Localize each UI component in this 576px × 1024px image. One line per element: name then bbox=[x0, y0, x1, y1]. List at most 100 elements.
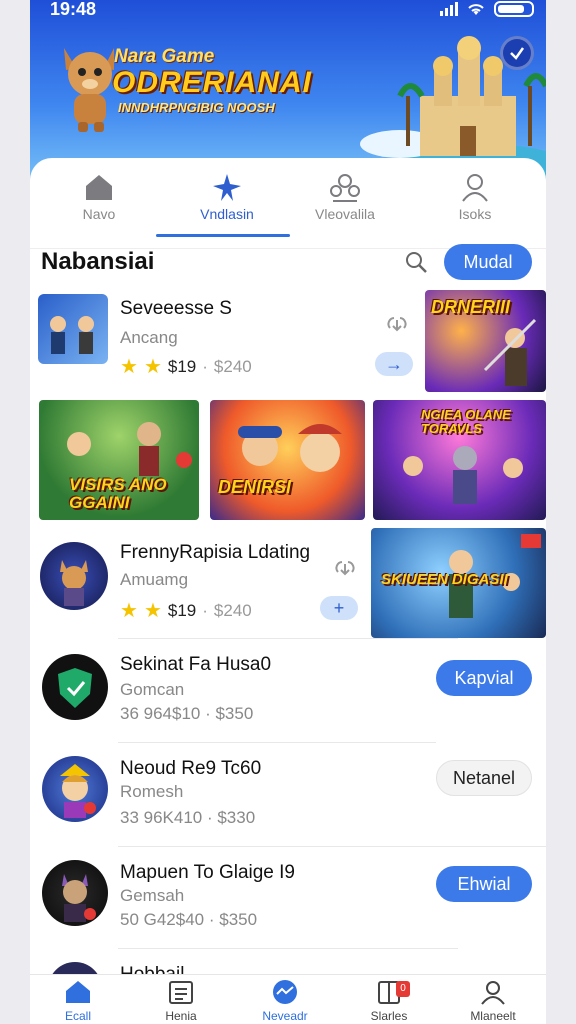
nav-label: Ecall bbox=[64, 1009, 91, 1023]
item-price-line: 33 96K410 · $330 bbox=[120, 808, 256, 827]
nav-henia[interactable]: Henia bbox=[136, 979, 226, 1023]
item-category: Gomcan bbox=[120, 680, 185, 699]
item-avatar[interactable] bbox=[40, 542, 108, 610]
star-icon: ★ bbox=[143, 600, 162, 622]
tab-active-indicator bbox=[156, 234, 290, 237]
status-bar: 19:48 bbox=[30, 0, 546, 22]
game-tile[interactable]: VISIRS ANO GGAINI bbox=[39, 400, 199, 520]
item-name[interactable]: Mapuen To Glaige I9 bbox=[120, 862, 295, 884]
item-price: $19 bbox=[167, 356, 197, 376]
item-price-row: ★ ★ $19 · $240 bbox=[120, 356, 252, 378]
section-title: Nabansiai bbox=[41, 248, 155, 275]
nav-ecall[interactable]: Ecall bbox=[33, 979, 123, 1023]
item-category: Romesh bbox=[120, 782, 184, 801]
tab-vndlasin[interactable]: Vndlasin bbox=[172, 168, 282, 232]
row-divider bbox=[118, 742, 436, 743]
netanel-button[interactable]: Netanel bbox=[436, 760, 532, 796]
verified-badge-icon[interactable] bbox=[500, 36, 534, 70]
nav-slarles[interactable]: 0 Slarles bbox=[344, 979, 434, 1023]
row-divider bbox=[118, 846, 546, 847]
home-icon bbox=[86, 175, 112, 200]
star-icon: ★ bbox=[143, 356, 162, 378]
status-time: 19:48 bbox=[50, 0, 97, 19]
game-art-icon bbox=[403, 446, 523, 504]
ehwial-button[interactable]: Ehwial bbox=[436, 866, 532, 902]
item-price-line: 50 G42$40 · $350 bbox=[120, 910, 258, 929]
shield-icon bbox=[58, 668, 92, 708]
people-icon bbox=[330, 174, 360, 202]
item-avatar[interactable] bbox=[42, 860, 108, 926]
nav-label: Slarles bbox=[370, 1009, 408, 1023]
search-icon[interactable] bbox=[404, 250, 428, 274]
activity-icon bbox=[273, 980, 297, 1004]
item-name[interactable]: Neoud Re9 Tc60 bbox=[120, 758, 261, 780]
user-icon bbox=[481, 981, 505, 1005]
item-thumbnail[interactable] bbox=[38, 294, 108, 364]
notification-badge: 0 bbox=[396, 981, 410, 997]
tab-label: Vndlasin bbox=[200, 206, 254, 222]
item-avatar[interactable] bbox=[42, 654, 108, 720]
row-divider bbox=[118, 638, 458, 639]
nav-mlaneelt[interactable]: Mlaneelt bbox=[448, 979, 538, 1023]
hero-title: ODRERIANAI bbox=[112, 66, 313, 99]
download-icon[interactable] bbox=[384, 314, 410, 334]
featured-card-art[interactable]: DRNERIII bbox=[425, 290, 546, 392]
bottom-nav: Ecall Henia Neveadr 0 Slarles Mlaneelt bbox=[30, 974, 546, 1024]
nav-label: Neveadr bbox=[262, 1009, 308, 1023]
download-icon[interactable] bbox=[332, 558, 358, 578]
item-price: $19 bbox=[167, 600, 197, 620]
tab-navo[interactable]: Navo bbox=[44, 168, 154, 232]
tab-vleovalila[interactable]: Vleovalila bbox=[290, 168, 400, 232]
hero-avatar-icon bbox=[60, 764, 96, 818]
game-tile[interactable]: DENIRSI bbox=[210, 400, 365, 520]
item-avatar[interactable] bbox=[42, 756, 108, 822]
item-name[interactable]: FrennyRapisia Ldating bbox=[120, 542, 310, 564]
card-art-title: SKIUEEN DIGASII bbox=[381, 571, 508, 588]
item-old-price: $240 bbox=[213, 600, 252, 620]
hero-subtitle: INNDHRPNGIBIG NOOSH bbox=[118, 100, 275, 115]
warrior-icon bbox=[483, 318, 537, 386]
tab-label: Vleovalila bbox=[315, 206, 375, 222]
calendar-icon bbox=[169, 981, 193, 1004]
item-name[interactable]: Sekinat Fa Husa0 bbox=[120, 654, 271, 676]
game-tile[interactable]: NGIEA OLANE TORAVLS bbox=[373, 400, 546, 520]
signal-icon bbox=[440, 2, 458, 16]
item-name[interactable]: Seveeesse S bbox=[120, 298, 232, 320]
status-icons bbox=[440, 1, 534, 17]
nav-label: Mlaneelt bbox=[470, 1009, 516, 1023]
item-old-price: $240 bbox=[213, 356, 252, 376]
fox-warrior-icon bbox=[60, 560, 88, 606]
wifi-icon bbox=[468, 4, 484, 15]
add-button[interactable]: → bbox=[375, 352, 413, 376]
item-category: Ancang bbox=[120, 328, 178, 347]
user-icon bbox=[462, 174, 488, 202]
dark-knight-icon bbox=[62, 874, 96, 922]
featured-card-art[interactable]: SKIUEEN DIGASII bbox=[371, 528, 546, 638]
add-button[interactable]: + bbox=[320, 596, 358, 620]
battery-icon bbox=[494, 1, 534, 17]
item-category: Amuamg bbox=[120, 570, 189, 589]
nav-label: Henia bbox=[165, 1009, 197, 1023]
mudal-button[interactable]: Mudal bbox=[444, 244, 532, 280]
content-sheet: Navo Vndlasin Vleovalila Isoks Nabansiai… bbox=[30, 158, 546, 1024]
tab-bar: Navo Vndlasin Vleovalila Isoks bbox=[30, 168, 546, 249]
nav-neveadr[interactable]: Neveadr bbox=[240, 979, 330, 1023]
game-art-icon bbox=[50, 316, 94, 354]
item-category: Gemsah bbox=[120, 886, 185, 905]
tab-label: Navo bbox=[82, 206, 116, 222]
home-icon bbox=[66, 981, 90, 1003]
tile-title: VISIRS ANO GGAINI bbox=[69, 475, 167, 512]
star-icon: ★ bbox=[120, 356, 138, 378]
item-price-line: 36 964$10 · $350 bbox=[120, 704, 254, 723]
item-price-row: ★ ★ $19 · $240 bbox=[120, 600, 252, 622]
star-icon: ★ bbox=[120, 600, 138, 622]
kapvial-button[interactable]: Kapvial bbox=[436, 660, 532, 696]
tile-title: DENIRSI bbox=[218, 477, 292, 497]
row-divider bbox=[118, 948, 458, 949]
hero-title-small: Nara Game bbox=[114, 46, 215, 67]
tab-isoks[interactable]: Isoks bbox=[420, 168, 530, 232]
game-art-icon bbox=[238, 424, 342, 472]
star-burst-icon bbox=[213, 174, 241, 201]
tab-label: Isoks bbox=[458, 206, 492, 222]
phone-screen: 19:48 Nara Game ODRERIANAI INNDHRPNGIBIG… bbox=[30, 0, 546, 1024]
